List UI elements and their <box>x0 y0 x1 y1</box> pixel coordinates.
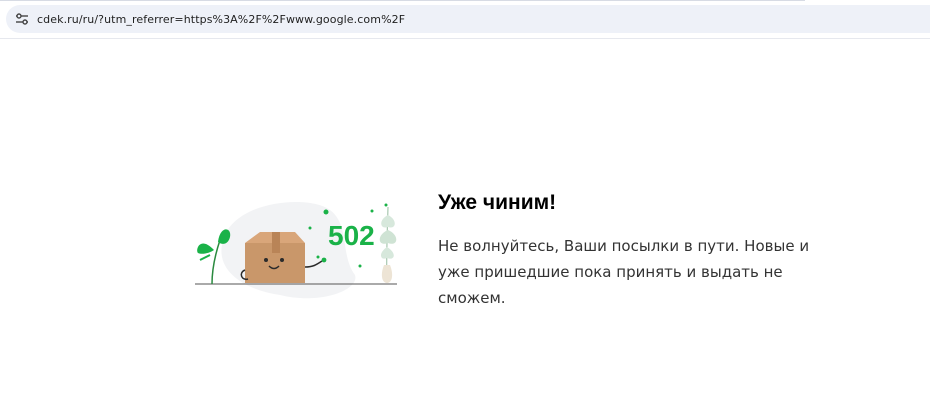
error-title: Уже чиним! <box>438 191 557 214</box>
error-illustration: 502 <box>190 195 405 305</box>
address-bar[interactable]: cdek.ru/ru/?utm_referrer=https%3A%2F%2Fw… <box>6 5 930 33</box>
site-info-icon[interactable] <box>15 12 29 26</box>
error-code: 502 <box>328 220 375 251</box>
toolbar-divider <box>0 38 930 39</box>
error-message: Не волнуйтесь, Ваши посылки в пути. Новы… <box>438 237 810 307</box>
plant-right <box>379 206 397 284</box>
url-text[interactable]: cdek.ru/ru/?utm_referrer=https%3A%2F%2Fw… <box>37 13 405 26</box>
window-top-edge <box>0 0 805 1</box>
